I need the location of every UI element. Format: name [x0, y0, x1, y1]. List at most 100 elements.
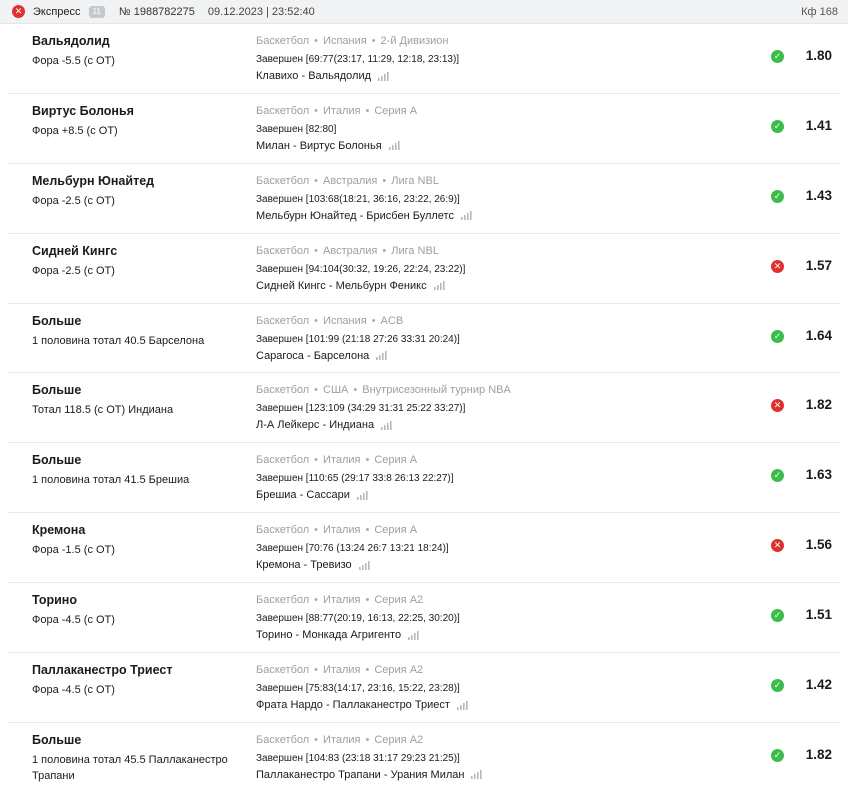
separator-dot: •: [365, 104, 370, 117]
country-label: Италия: [323, 733, 361, 746]
event-name: Паллаканестро Трапани - Урания Милан: [256, 768, 465, 781]
selection-market: Фора -5.5 (с ОТ): [32, 55, 115, 67]
sport-label: Баскетбол: [256, 244, 310, 257]
event-name: Брешиа - Сассари: [256, 489, 350, 502]
selection-odds: 1.56: [805, 537, 832, 553]
league-label: Серия А: [374, 104, 418, 117]
close-icon[interactable]: ✕: [12, 5, 25, 18]
stats-icon[interactable]: [388, 141, 400, 151]
event-result: Завершен [70:76 (13:24 26:7 13:21 18:24)…: [256, 543, 449, 555]
selection-name: Больше: [32, 732, 82, 747]
stats-icon[interactable]: [408, 630, 419, 640]
separator-dot: •: [365, 454, 370, 467]
check-icon: ✓: [771, 679, 784, 693]
event-matchup: Торино - Монкада Агригенто: [256, 629, 419, 641]
total-coefficient: Кф 168: [801, 5, 838, 18]
stats-icon[interactable]: [358, 560, 370, 570]
selection-market: 1 половина тотал 41.5 Брешиа: [32, 474, 190, 487]
bet-selection-row[interactable]: Больше Тотал 118.5 (с ОТ) Индиана Баскетбо…: [8, 373, 840, 444]
bet-selections-list: Вальядолид Фора -5.5 (с ОТ) Баскетбол • Испа…: [0, 24, 848, 792]
country-label: Италия: [323, 594, 361, 607]
check-icon: ✓: [771, 189, 784, 203]
event-category: Баскетбол • Италия • Серия А2: [256, 734, 423, 746]
selection-name: Мельбурн Юнайтед: [32, 173, 155, 188]
country-label: Италия: [323, 104, 361, 117]
sport-label: Баскетбол: [256, 174, 310, 187]
separator-dot: •: [314, 314, 319, 327]
selection-market: Тотал 118.5 (с ОТ) Индиана: [32, 404, 174, 417]
bet-selection-row[interactable]: Сидней Кингс Фора -2.5 (с ОТ) Баскетбол • Ав…: [8, 234, 840, 304]
event-result: Завершен [82:80]: [256, 123, 337, 135]
league-label: Внутрисезонный турнир NBA: [362, 384, 511, 397]
country-label: США: [323, 384, 349, 397]
selection-name: Кремона: [32, 523, 86, 538]
separator-dot: •: [314, 35, 319, 47]
stats-icon[interactable]: [381, 420, 392, 430]
separator-dot: •: [371, 35, 376, 47]
check-icon: ✓: [771, 50, 784, 63]
sport-label: Баскетбол: [256, 384, 310, 397]
stats-icon[interactable]: [460, 211, 472, 221]
event-category: Баскетбол • Испания • 2-й Дивизион: [256, 35, 449, 47]
separator-dot: •: [365, 664, 370, 677]
selection-odds: 1.41: [805, 117, 832, 133]
country-label: Италия: [323, 524, 361, 537]
league-label: Серия А: [374, 524, 418, 537]
bet-selection-row[interactable]: Кремона Фора -1.5 (с ОТ) Баскетбол • Италия •…: [8, 513, 840, 584]
event-category: Баскетбол • Австралия • Лига NBL: [256, 175, 439, 187]
separator-dot: •: [382, 174, 387, 187]
event-result: Завершен [94:104(30:32, 19:26, 22:24, 23…: [256, 263, 466, 275]
event-name: Л-А Лейкерс - Индиана: [256, 419, 375, 432]
event-category: Баскетбол • Италия • Серия А: [256, 454, 417, 466]
sport-label: Баскетбол: [256, 733, 310, 746]
event-category: Баскетбол • Испания • ACB: [256, 315, 403, 327]
sport-label: Баскетбол: [256, 524, 310, 537]
bet-selection-row[interactable]: Вальядолид Фора -5.5 (с ОТ) Баскетбол • Испа…: [8, 24, 840, 94]
event-matchup: Брешиа - Сассари: [256, 489, 368, 501]
stats-icon[interactable]: [356, 490, 368, 500]
selection-market: Фора -4.5 (с ОТ): [32, 684, 115, 697]
separator-dot: •: [382, 244, 387, 257]
separator-dot: •: [314, 174, 319, 187]
selection-odds: 1.51: [805, 607, 832, 623]
selection-name: Паллаканестро Триест: [32, 663, 173, 678]
bet-number: № 1988782275: [118, 5, 195, 18]
event-name: Сарагоса - Барселона: [256, 349, 370, 362]
bet-selection-row[interactable]: Больше 1 половина тотал 40.5 Барселона Бас…: [8, 304, 840, 374]
event-matchup: Мельбурн Юнайтед - Брисбен Буллетс: [256, 210, 472, 222]
bet-selection-row[interactable]: Паллаканестро Триест Фора -4.5 (с ОТ) Баск…: [8, 653, 840, 723]
event-matchup: Паллаканестро Трапани - Урания Милан: [256, 768, 483, 781]
stats-icon[interactable]: [433, 281, 445, 291]
bet-selection-row[interactable]: Виртус Болонья Фора +8.5 (с ОТ) Баскетбол •…: [8, 94, 840, 164]
stats-icon[interactable]: [471, 770, 483, 780]
event-name: Клавихо - Вальядолид: [256, 70, 372, 82]
stats-icon[interactable]: [376, 351, 387, 361]
bet-selection-row[interactable]: Мельбурн Юнайтед Фора -2.5 (с ОТ) Баскетбо…: [8, 164, 840, 234]
sport-label: Баскетбол: [256, 594, 310, 607]
league-label: Серия А: [374, 454, 418, 467]
sport-label: Баскетбол: [256, 35, 310, 47]
separator-dot: •: [371, 314, 376, 327]
event-category: Баскетбол • США • Внутрисезонный турнир NBA: [256, 384, 511, 396]
selection-market: Фора +8.5 (с ОТ): [32, 124, 118, 137]
selection-odds: 1.82: [805, 397, 832, 413]
country-label: Австралия: [323, 244, 378, 257]
event-category: Баскетбол • Австралия • Лига NBL: [256, 245, 439, 257]
selection-odds: 1.64: [805, 327, 832, 343]
event-matchup: Милан - Виртус Болонья: [256, 140, 400, 152]
stats-icon[interactable]: [378, 71, 389, 81]
event-matchup: Фрата Нардо - Паллаканестро Триест: [256, 699, 468, 711]
league-label: 2-й Дивизион: [380, 35, 449, 47]
country-label: Италия: [323, 664, 361, 677]
event-matchup: Л-А Лейкерс - Индиана: [256, 419, 392, 431]
selection-odds: 1.43: [805, 187, 832, 203]
cross-icon: ✕: [771, 259, 784, 273]
bet-selection-row[interactable]: Больше 1 половина тотал 45.5 Паллаканестр…: [8, 723, 840, 792]
bet-selection-row[interactable]: Больше 1 половина тотал 41.5 Брешиа Баскет…: [8, 443, 840, 514]
league-label: Серия А2: [374, 594, 424, 607]
league-label: Серия А2: [374, 664, 424, 677]
league-label: Лига NBL: [391, 174, 439, 187]
country-label: Испания: [323, 35, 367, 47]
stats-icon[interactable]: [456, 700, 468, 710]
bet-selection-row[interactable]: Торино Фора -4.5 (с ОТ) Баскетбол • Италия • С…: [8, 583, 840, 654]
